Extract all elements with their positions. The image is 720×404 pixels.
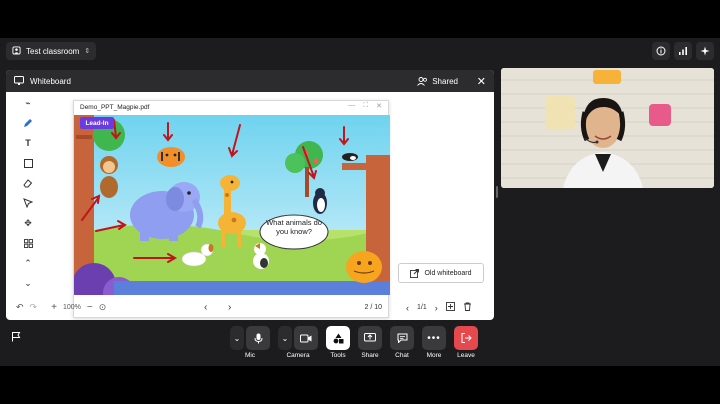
move-icon[interactable]: ✥	[21, 216, 35, 230]
letterbox-top	[0, 0, 720, 38]
chevron-down-icon: ⌄	[233, 333, 241, 343]
old-whiteboard-label: Old whiteboard	[424, 269, 472, 277]
old-whiteboard-button[interactable]: Old whiteboard	[398, 263, 484, 283]
close-icon[interactable]: ✕	[376, 102, 382, 110]
chat-button[interactable]	[390, 326, 414, 350]
more-button[interactable]: •••	[422, 326, 446, 350]
chevron-left-icon[interactable]: ‹	[204, 302, 207, 313]
exit-icon	[461, 333, 472, 343]
teacher-video-image	[501, 68, 714, 188]
mic-control: ⌄ Mic	[230, 326, 270, 359]
video-camera-icon	[300, 334, 312, 342]
whiteboard-panel: Whiteboard Shared ✕ ⌁ T ✥ ⌃ ⌄ Demo_PPT_M…	[6, 70, 494, 320]
pdf-filename: Demo_PPT_Magpie.pdf	[80, 103, 150, 111]
grid-icon[interactable]	[21, 236, 35, 250]
trash-icon[interactable]	[463, 302, 472, 313]
chevron-left-icon[interactable]: ‹	[406, 303, 409, 313]
panel-resize-handle[interactable]	[496, 186, 498, 198]
camera-button[interactable]	[294, 326, 318, 350]
maximize-icon[interactable]: ⛶	[363, 102, 368, 110]
zoom-level: 100%	[62, 304, 81, 311]
shared-label: Shared	[432, 76, 458, 86]
chat-label: Chat	[395, 352, 409, 359]
classroom-name: Test classroom	[26, 46, 80, 56]
camera-label: Camera	[286, 352, 310, 359]
teacher-video-feed	[501, 68, 714, 188]
redo-icon[interactable]: ↷	[30, 302, 38, 313]
slide-illustration	[74, 115, 390, 295]
chevron-right-icon[interactable]: ›	[435, 303, 438, 313]
whiteboard-icon	[14, 75, 24, 87]
more-label: More	[426, 352, 442, 359]
slide-tag: Lead-In	[85, 120, 109, 127]
minimize-icon[interactable]: —	[348, 102, 355, 110]
leave-button[interactable]	[454, 326, 478, 350]
zoom-in-icon[interactable]: +	[51, 302, 57, 313]
letterbox-bottom	[0, 366, 720, 404]
share-control: Share	[358, 326, 382, 359]
share-screen-icon	[364, 333, 376, 342]
text-icon[interactable]: T	[21, 136, 35, 150]
chevron-right-icon[interactable]: ›	[228, 302, 231, 313]
leave-label: Leave	[457, 352, 475, 359]
share-label: Share	[361, 352, 379, 359]
mic-button[interactable]	[246, 326, 270, 350]
whiteboard-bottom-tools: ↶ ↷ + 100% − ⊙	[16, 302, 106, 313]
pdf-document-window[interactable]: Demo_PPT_Magpie.pdf — ⛶ ✕ Lead-In What a…	[73, 100, 390, 318]
chat-control: Chat	[390, 326, 414, 359]
shape-icon[interactable]	[21, 156, 35, 170]
ellipsis-icon: •••	[427, 332, 441, 344]
camera-control: ⌄ Camera	[278, 326, 318, 359]
tools-button[interactable]	[326, 326, 350, 350]
whiteboard-title: Whiteboard	[30, 76, 71, 86]
classroom-screen: Test classroom ⇕ Whiteboard Shared ✕ ⌁ T…	[0, 38, 720, 366]
pdf-window-controls: — ⛶ ✕	[348, 102, 382, 110]
mic-label: Mic	[244, 352, 256, 359]
mic-options-button[interactable]: ⌄	[230, 326, 244, 350]
whiteboard-header: Whiteboard Shared ✕	[6, 70, 494, 92]
share-button[interactable]	[358, 326, 382, 350]
cursor-icon[interactable]	[21, 196, 35, 210]
chevron-up-icon[interactable]: ⌃	[21, 256, 35, 270]
tools-label: Tools	[330, 352, 346, 359]
laser-icon[interactable]: ⌁	[21, 96, 35, 110]
meeting-controls: ⌄ Mic ⌄ Camera Tools Share Chat ••• More…	[230, 326, 478, 359]
tools-control: Tools	[326, 326, 350, 359]
info-icon[interactable]	[652, 42, 670, 60]
speech-bubble-text: What animals do you know?	[266, 218, 322, 236]
chat-icon	[397, 333, 407, 343]
chevron-down-icon: ⌄	[281, 333, 289, 343]
undo-icon[interactable]: ↶	[16, 302, 24, 313]
people-icon	[417, 76, 428, 86]
drawing-toolbar: ⌁ T ✥ ⌃ ⌄	[18, 96, 38, 290]
flag-icon[interactable]	[8, 328, 24, 344]
stats-icon[interactable]	[674, 42, 692, 60]
slide-canvas[interactable]: Lead-In What animals do you know?	[74, 115, 390, 295]
pdf-navigation: ‹ › 2 / 10	[74, 297, 390, 317]
shared-indicator[interactable]: Shared	[417, 77, 458, 86]
more-control: ••• More	[422, 326, 446, 359]
pen-icon[interactable]	[21, 116, 35, 130]
eraser-icon[interactable]	[21, 176, 35, 190]
zoom-out-icon[interactable]: −	[87, 302, 93, 313]
classroom-selector[interactable]: Test classroom ⇕	[6, 42, 97, 60]
sparkle-icon[interactable]	[696, 42, 714, 60]
pdf-page-indicator: 2 / 10	[364, 303, 382, 311]
classroom-icon	[12, 45, 21, 57]
external-link-icon	[410, 268, 420, 278]
add-page-icon[interactable]	[445, 302, 455, 313]
microphone-icon	[254, 333, 262, 343]
pdf-titlebar: Demo_PPT_Magpie.pdf — ⛶ ✕	[74, 101, 388, 113]
leave-control: Leave	[454, 326, 478, 359]
camera-options-button[interactable]: ⌄	[278, 326, 292, 350]
chevron-updown-icon: ⇕	[84, 48, 91, 55]
top-right-actions	[652, 42, 714, 60]
board-page-controls: ‹ 1/1 ›	[406, 302, 472, 313]
fit-screen-icon[interactable]: ⊙	[99, 302, 107, 313]
board-page-indicator: 1/1	[417, 304, 427, 311]
chevron-down-icon[interactable]: ⌄	[21, 276, 35, 290]
close-icon[interactable]: ✕	[477, 75, 486, 88]
shapes-icon	[333, 333, 343, 343]
